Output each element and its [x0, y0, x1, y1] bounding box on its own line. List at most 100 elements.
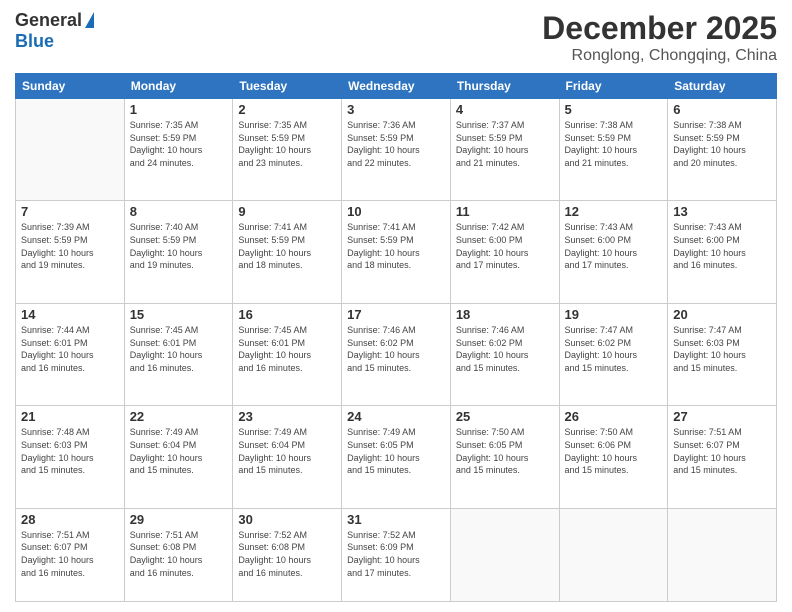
day-number: 18: [456, 307, 554, 322]
calendar-cell: 17Sunrise: 7:46 AM Sunset: 6:02 PM Dayli…: [342, 303, 451, 405]
page: General Blue December 2025 Ronglong, Cho…: [0, 0, 792, 612]
calendar-cell: [16, 99, 125, 201]
day-info: Sunrise: 7:51 AM Sunset: 6:07 PM Dayligh…: [21, 529, 119, 579]
day-number: 30: [238, 512, 336, 527]
day-info: Sunrise: 7:48 AM Sunset: 6:03 PM Dayligh…: [21, 426, 119, 476]
day-info: Sunrise: 7:35 AM Sunset: 5:59 PM Dayligh…: [130, 119, 228, 169]
day-info: Sunrise: 7:41 AM Sunset: 5:59 PM Dayligh…: [238, 221, 336, 271]
calendar-cell: 16 Sunrise: 7:45 AM Sunset: 6:01 PM Dayli…: [233, 303, 342, 405]
day-info: Sunrise: 7:43 AM Sunset: 6:00 PM Dayligh…: [565, 221, 663, 271]
calendar-cell: 26 Sunrise: 7:50 AM Sunset: 6:06 PM Dayli…: [559, 406, 668, 508]
day-number: 7: [21, 204, 119, 219]
day-number: 31: [347, 512, 445, 527]
day-number: 10: [347, 204, 445, 219]
day-info: Sunrise: 7:51 AM Sunset: 6:08 PM Dayligh…: [130, 529, 228, 579]
day-info: Sunrise: 7:52 AM Sunset: 6:08 PM Dayligh…: [238, 529, 336, 579]
calendar-cell: 1Sunrise: 7:35 AM Sunset: 5:59 PM Daylig…: [124, 99, 233, 201]
calendar-cell: [559, 508, 668, 601]
day-info: Sunrise: 7:45 AM Sunset: 6:01 PM Dayligh…: [238, 324, 336, 374]
calendar-cell: 19Sunrise: 7:47 AM Sunset: 6:02 PM Dayli…: [559, 303, 668, 405]
calendar-cell: 30 Sunrise: 7:52 AM Sunset: 6:08 PM Dayli…: [233, 508, 342, 601]
calendar-cell: 21 Sunrise: 7:48 AM Sunset: 6:03 PM Dayli…: [16, 406, 125, 508]
calendar-cell: 22 Sunrise: 7:49 AM Sunset: 6:04 PM Dayli…: [124, 406, 233, 508]
logo-line2: Blue: [15, 31, 54, 52]
calendar-cell: 15 Sunrise: 7:45 AM Sunset: 6:01 PM Dayli…: [124, 303, 233, 405]
calendar-cell: 23Sunrise: 7:49 AM Sunset: 6:04 PM Dayli…: [233, 406, 342, 508]
logo-blue-text: Blue: [15, 31, 54, 51]
calendar-week-1: 1Sunrise: 7:35 AM Sunset: 5:59 PM Daylig…: [16, 99, 777, 201]
day-info: Sunrise: 7:37 AM Sunset: 5:59 PM Dayligh…: [456, 119, 554, 169]
day-number: 27: [673, 409, 771, 424]
day-number: 5: [565, 102, 663, 117]
day-info: Sunrise: 7:50 AM Sunset: 6:06 PM Dayligh…: [565, 426, 663, 476]
day-number: 6: [673, 102, 771, 117]
calendar-cell: 29 Sunrise: 7:51 AM Sunset: 6:08 PM Dayli…: [124, 508, 233, 601]
logo-triangle-icon: [85, 12, 94, 28]
day-info: Sunrise: 7:52 AM Sunset: 6:09 PM Dayligh…: [347, 529, 445, 579]
day-number: 16: [238, 307, 336, 322]
calendar-cell: 24 Sunrise: 7:49 AM Sunset: 6:05 PM Dayli…: [342, 406, 451, 508]
calendar-cell: [668, 508, 777, 601]
calendar-cell: 3Sunrise: 7:36 AM Sunset: 5:59 PM Daylig…: [342, 99, 451, 201]
day-number: 24: [347, 409, 445, 424]
header: General Blue December 2025 Ronglong, Cho…: [15, 10, 777, 65]
day-number: 29: [130, 512, 228, 527]
day-number: 23: [238, 409, 336, 424]
calendar-cell: 31 Sunrise: 7:52 AM Sunset: 6:09 PM Dayli…: [342, 508, 451, 601]
day-number: 3: [347, 102, 445, 117]
calendar-header-row: SundayMondayTuesdayWednesdayThursdayFrid…: [16, 74, 777, 99]
calendar-cell: 8 Sunrise: 7:40 AM Sunset: 5:59 PM Daylig…: [124, 201, 233, 303]
day-number: 4: [456, 102, 554, 117]
day-info: Sunrise: 7:49 AM Sunset: 6:05 PM Dayligh…: [347, 426, 445, 476]
calendar-cell: 5 Sunrise: 7:38 AM Sunset: 5:59 PM Daylig…: [559, 99, 668, 201]
day-info: Sunrise: 7:47 AM Sunset: 6:03 PM Dayligh…: [673, 324, 771, 374]
calendar-cell: 28Sunrise: 7:51 AM Sunset: 6:07 PM Dayli…: [16, 508, 125, 601]
logo: General Blue: [15, 10, 94, 52]
day-info: Sunrise: 7:43 AM Sunset: 6:00 PM Dayligh…: [673, 221, 771, 271]
calendar-week-3: 14Sunrise: 7:44 AM Sunset: 6:01 PM Dayli…: [16, 303, 777, 405]
calendar-table: SundayMondayTuesdayWednesdayThursdayFrid…: [15, 73, 777, 602]
day-info: Sunrise: 7:51 AM Sunset: 6:07 PM Dayligh…: [673, 426, 771, 476]
day-info: Sunrise: 7:49 AM Sunset: 6:04 PM Dayligh…: [130, 426, 228, 476]
day-info: Sunrise: 7:46 AM Sunset: 6:02 PM Dayligh…: [456, 324, 554, 374]
calendar-header-tuesday: Tuesday: [233, 74, 342, 99]
day-number: 25: [456, 409, 554, 424]
day-info: Sunrise: 7:45 AM Sunset: 6:01 PM Dayligh…: [130, 324, 228, 374]
calendar-cell: 13Sunrise: 7:43 AM Sunset: 6:00 PM Dayli…: [668, 201, 777, 303]
calendar-cell: 7 Sunrise: 7:39 AM Sunset: 5:59 PM Daylig…: [16, 201, 125, 303]
location-title: Ronglong, Chongqing, China: [542, 47, 777, 65]
day-number: 21: [21, 409, 119, 424]
day-number: 9: [238, 204, 336, 219]
calendar-cell: 18 Sunrise: 7:46 AM Sunset: 6:02 PM Dayli…: [450, 303, 559, 405]
calendar-cell: 2Sunrise: 7:35 AM Sunset: 5:59 PM Daylig…: [233, 99, 342, 201]
day-info: Sunrise: 7:41 AM Sunset: 5:59 PM Dayligh…: [347, 221, 445, 271]
calendar-header-wednesday: Wednesday: [342, 74, 451, 99]
day-info: Sunrise: 7:40 AM Sunset: 5:59 PM Dayligh…: [130, 221, 228, 271]
day-number: 8: [130, 204, 228, 219]
calendar-week-4: 21 Sunrise: 7:48 AM Sunset: 6:03 PM Dayli…: [16, 406, 777, 508]
day-info: Sunrise: 7:35 AM Sunset: 5:59 PM Dayligh…: [238, 119, 336, 169]
day-number: 26: [565, 409, 663, 424]
calendar-cell: 11Sunrise: 7:42 AM Sunset: 6:00 PM Dayli…: [450, 201, 559, 303]
calendar-header-thursday: Thursday: [450, 74, 559, 99]
calendar-cell: 4 Sunrise: 7:37 AM Sunset: 5:59 PM Daylig…: [450, 99, 559, 201]
calendar-cell: 25 Sunrise: 7:50 AM Sunset: 6:05 PM Dayli…: [450, 406, 559, 508]
calendar-header-saturday: Saturday: [668, 74, 777, 99]
day-number: 15: [130, 307, 228, 322]
calendar-cell: 9 Sunrise: 7:41 AM Sunset: 5:59 PM Daylig…: [233, 201, 342, 303]
day-number: 17: [347, 307, 445, 322]
calendar-cell: 10 Sunrise: 7:41 AM Sunset: 5:59 PM Dayli…: [342, 201, 451, 303]
day-info: Sunrise: 7:50 AM Sunset: 6:05 PM Dayligh…: [456, 426, 554, 476]
calendar-cell: 27 Sunrise: 7:51 AM Sunset: 6:07 PM Dayli…: [668, 406, 777, 508]
day-number: 22: [130, 409, 228, 424]
calendar-cell: 12 Sunrise: 7:43 AM Sunset: 6:00 PM Dayli…: [559, 201, 668, 303]
day-info: Sunrise: 7:39 AM Sunset: 5:59 PM Dayligh…: [21, 221, 119, 271]
calendar-cell: 6 Sunrise: 7:38 AM Sunset: 5:59 PM Daylig…: [668, 99, 777, 201]
month-title: December 2025: [542, 10, 777, 47]
day-info: Sunrise: 7:38 AM Sunset: 5:59 PM Dayligh…: [565, 119, 663, 169]
calendar-header-monday: Monday: [124, 74, 233, 99]
calendar-cell: [450, 508, 559, 601]
day-info: Sunrise: 7:38 AM Sunset: 5:59 PM Dayligh…: [673, 119, 771, 169]
title-section: December 2025 Ronglong, Chongqing, China: [542, 10, 777, 65]
day-number: 12: [565, 204, 663, 219]
